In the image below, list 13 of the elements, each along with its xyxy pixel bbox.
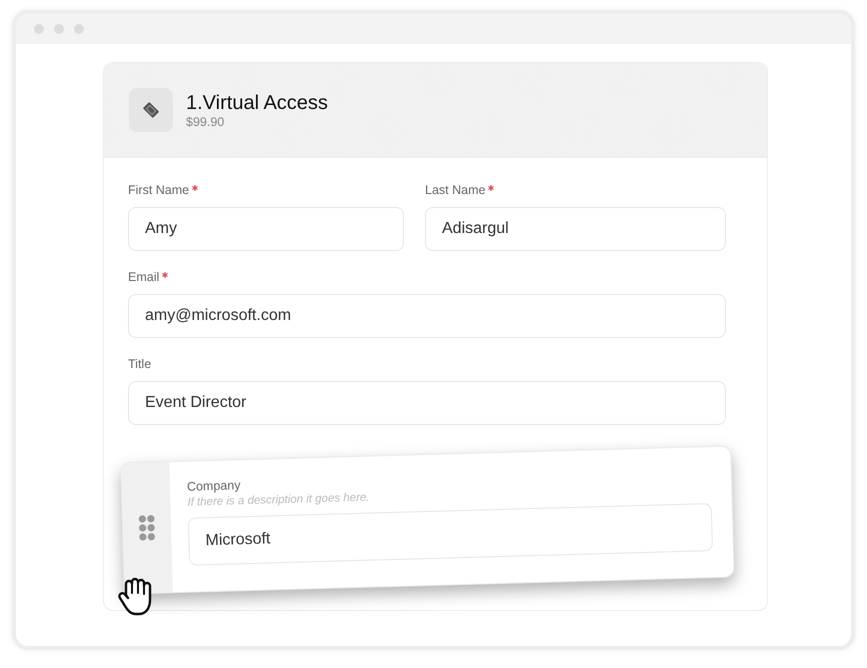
field-label: Email (128, 270, 160, 285)
input-field[interactable]: Amy (128, 207, 404, 251)
drag-handle[interactable] (121, 462, 173, 594)
field-label: Title (128, 357, 152, 372)
input-field[interactable]: Adisargul (425, 207, 726, 251)
ticket-price: $99.90 (186, 114, 224, 130)
field-label: First Name (128, 183, 190, 198)
ticket-icon (129, 88, 173, 132)
grip-icon (138, 514, 156, 542)
field-label: Last Name (425, 183, 486, 198)
input-field[interactable]: amy@microsoft.com (128, 294, 726, 338)
input-field[interactable]: Event Director (128, 381, 726, 425)
ticket-title: 1.Virtual Access (186, 90, 328, 114)
